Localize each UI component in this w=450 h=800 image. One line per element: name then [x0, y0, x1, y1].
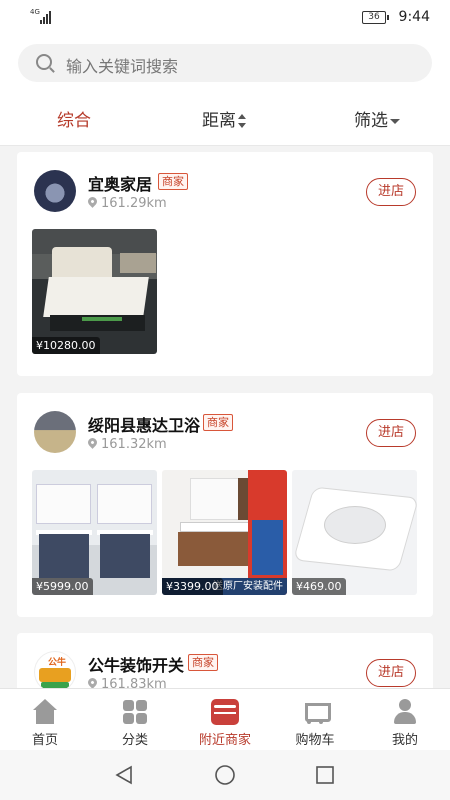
nav-home-button[interactable] — [214, 764, 236, 786]
shop-card[interactable]: 绥阳县惠达卫浴 商家 161.32km 进店 ¥5999.00 送原厂安装配件 … — [17, 393, 433, 617]
tab-profile-label: 我的 — [391, 733, 418, 748]
shop-tag: 商家 — [188, 654, 218, 671]
product-price: ¥3399.00 — [162, 578, 223, 595]
chevron-down-icon — [390, 118, 400, 124]
product-price: ¥5999.00 — [32, 578, 93, 595]
shop-name: 宜奥家居 — [88, 175, 153, 194]
tab-profile[interactable]: 我的 — [360, 689, 450, 751]
location-pin-icon — [86, 195, 99, 208]
tab-nearby-shops[interactable]: 附近商家 — [180, 689, 270, 751]
location-pin-icon — [86, 436, 99, 449]
nearby-shop-icon — [211, 699, 239, 725]
filter-options-label: 筛选 — [354, 111, 388, 131]
shop-distance: 161.32km — [86, 436, 167, 452]
product-thumbnail[interactable]: ¥10280.00 — [32, 229, 157, 354]
filter-bar: 综合 距离 筛选 — [0, 90, 450, 146]
system-navigation-bar — [0, 750, 450, 800]
distance-value: 161.29km — [101, 196, 167, 211]
signal-icon: 4G — [30, 8, 52, 24]
avatar-text: 公牛 — [48, 658, 67, 668]
enter-shop-button[interactable]: 进店 — [366, 419, 416, 447]
back-triangle-icon — [115, 765, 132, 785]
shop-name: 公牛装饰开关 — [88, 656, 185, 675]
tab-cart[interactable]: 购物车 — [270, 689, 360, 751]
category-icon — [121, 699, 149, 725]
tab-home-label: 首页 — [31, 733, 58, 748]
shop-name: 绥阳县惠达卫浴 — [88, 416, 201, 435]
shop-tag: 商家 — [158, 173, 188, 190]
recent-apps-icon — [316, 766, 334, 784]
battery-icon: 36 — [362, 11, 389, 24]
clock: 9:44 — [398, 9, 430, 25]
tab-home[interactable]: 首页 — [0, 689, 90, 751]
nav-recent-button[interactable] — [314, 764, 336, 786]
product-price: ¥469.00 — [292, 578, 346, 595]
shop-avatar: 公牛 — [34, 651, 76, 693]
filter-comprehensive[interactable]: 综合 — [57, 106, 91, 131]
status-bar: 4G 36 9:44 — [0, 0, 450, 34]
network-label: 4G — [30, 8, 40, 16]
location-pin-icon — [86, 676, 99, 689]
shop-card[interactable]: 宜奥家居 商家 161.29km 进店 ¥10280.00 — [17, 152, 433, 376]
tab-cart-label: 购物车 — [295, 733, 335, 748]
filter-distance-label: 距离 — [202, 111, 236, 131]
filter-options[interactable]: 筛选 — [354, 106, 400, 131]
shop-tag: 商家 — [203, 414, 233, 431]
product-thumbnail[interactable]: ¥469.00 — [292, 470, 417, 595]
tab-category-label: 分类 — [121, 733, 148, 748]
search-icon — [36, 54, 52, 70]
tab-category[interactable]: 分类 — [90, 689, 180, 751]
enter-shop-button[interactable]: 进店 — [366, 178, 416, 206]
home-icon — [31, 699, 59, 725]
distance-value: 161.32km — [101, 437, 167, 452]
product-thumbnail[interactable]: ¥5999.00 — [32, 470, 157, 595]
search-input[interactable]: 输入关键词搜索 — [18, 44, 432, 82]
product-thumbnail[interactable]: 送原厂安装配件 ¥3399.00 — [162, 470, 287, 595]
filter-distance[interactable]: 距离 — [202, 106, 246, 131]
sort-arrows-icon — [238, 114, 246, 128]
nav-back-button[interactable] — [113, 764, 135, 786]
shop-avatar — [34, 411, 76, 453]
search-placeholder: 输入关键词搜索 — [66, 57, 179, 76]
profile-icon — [391, 699, 419, 725]
home-circle-icon — [215, 765, 235, 785]
bottom-tab-bar: 首页 分类 附近商家 购物车 我的 — [0, 688, 450, 750]
search-bar: 输入关键词搜索 — [0, 34, 450, 90]
shop-distance: 161.29km — [86, 195, 167, 211]
product-price: ¥10280.00 — [32, 337, 100, 354]
tab-nearby-shops-label: 附近商家 — [198, 733, 251, 748]
enter-shop-button[interactable]: 进店 — [366, 659, 416, 687]
shop-avatar — [34, 170, 76, 212]
product-note: 送原厂安装配件 — [213, 581, 283, 592]
cart-icon — [301, 699, 331, 725]
